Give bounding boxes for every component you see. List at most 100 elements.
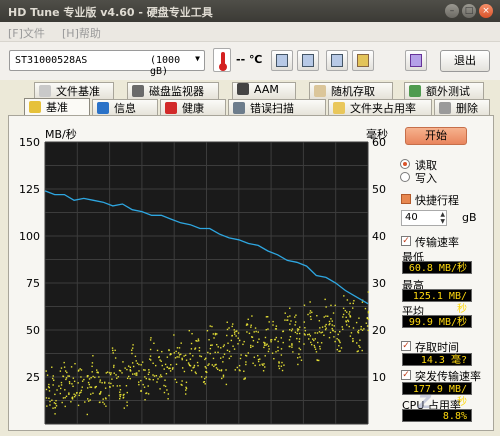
access-time-point bbox=[338, 344, 340, 347]
access-time-point bbox=[173, 352, 176, 354]
access-time-point bbox=[323, 316, 325, 318]
access-time-point bbox=[152, 374, 154, 376]
access-time-point bbox=[342, 313, 345, 316]
spin-arrows-icon[interactable]: ▲ ▼ bbox=[440, 211, 445, 225]
access-time-point bbox=[303, 343, 305, 345]
access-time-point bbox=[205, 376, 207, 378]
access-time-point bbox=[68, 375, 71, 377]
access-time-point bbox=[97, 372, 99, 374]
short-stroke-unit: gB bbox=[462, 211, 477, 224]
access-time-checkbox[interactable]: ✓ bbox=[401, 341, 411, 351]
access-time-point bbox=[300, 359, 303, 361]
transfer-rate-checkbox[interactable]: ✓ bbox=[401, 236, 411, 246]
access-time-point bbox=[86, 375, 89, 377]
access-time-point bbox=[125, 385, 128, 387]
access-time-point bbox=[148, 369, 150, 371]
access-time-point bbox=[147, 373, 150, 376]
access-time-point bbox=[51, 377, 54, 380]
access-time-point bbox=[349, 302, 351, 305]
access-time-point bbox=[333, 336, 335, 338]
access-time-point bbox=[175, 350, 177, 353]
access-time-point bbox=[94, 376, 96, 379]
access-time-point bbox=[160, 375, 163, 378]
access-time-point bbox=[135, 360, 137, 362]
access-time-point bbox=[74, 394, 77, 396]
access-time-point bbox=[325, 323, 327, 326]
access-time-point bbox=[86, 413, 89, 416]
access-time-point bbox=[346, 299, 349, 301]
access-time-point bbox=[159, 374, 162, 376]
short-stroke-input[interactable]: 40 ▲ ▼ bbox=[401, 210, 447, 226]
access-time-point bbox=[209, 347, 212, 350]
access-time-point bbox=[367, 310, 370, 313]
short-stroke-checkbox[interactable] bbox=[401, 194, 411, 204]
start-button[interactable]: 开始 bbox=[405, 127, 467, 145]
access-time-point bbox=[150, 337, 152, 339]
access-time-point bbox=[105, 405, 107, 407]
access-time-point bbox=[173, 334, 175, 336]
write-radio[interactable] bbox=[400, 172, 410, 182]
access-time-point bbox=[134, 373, 136, 375]
access-time-point bbox=[334, 340, 336, 343]
access-time-point bbox=[198, 350, 201, 352]
access-time-point bbox=[60, 387, 62, 390]
access-time-point bbox=[130, 349, 133, 351]
access-time-point bbox=[207, 351, 209, 354]
access-time-point bbox=[156, 349, 159, 352]
access-time-point bbox=[149, 339, 152, 341]
access-time-point bbox=[87, 381, 90, 384]
access-time-point bbox=[90, 376, 92, 379]
access-time-point bbox=[193, 364, 196, 367]
access-time-point bbox=[145, 392, 148, 394]
access-time-point bbox=[83, 378, 85, 381]
access-time-point bbox=[164, 385, 167, 388]
access-time-point bbox=[352, 340, 354, 342]
access-time-point bbox=[202, 381, 205, 383]
access-time-point bbox=[350, 332, 353, 334]
access-time-point bbox=[208, 363, 210, 365]
access-time-point bbox=[92, 392, 94, 394]
app-window: HD Tune 专业版 v4.60 - 硬盘专业工具 – □ × [F]文件 [… bbox=[0, 0, 500, 436]
access-time-point bbox=[129, 370, 132, 372]
access-time-point bbox=[328, 336, 331, 339]
access-time-point bbox=[52, 375, 54, 377]
access-time-point bbox=[250, 326, 252, 328]
access-time-point bbox=[104, 387, 107, 389]
access-time-point bbox=[228, 350, 231, 353]
access-time-point bbox=[108, 382, 110, 384]
access-time-point bbox=[367, 329, 369, 332]
access-time-point bbox=[195, 339, 197, 342]
access-time-point bbox=[237, 332, 240, 334]
access-time-point bbox=[321, 326, 324, 328]
access-time-point bbox=[250, 346, 252, 349]
access-time-point bbox=[159, 388, 161, 390]
access-time-point bbox=[140, 389, 142, 392]
access-time-point bbox=[251, 336, 254, 338]
read-radio[interactable] bbox=[400, 159, 410, 169]
access-time-point bbox=[336, 348, 339, 351]
access-time-point bbox=[73, 380, 76, 383]
access-time-point bbox=[207, 364, 209, 367]
access-time-point bbox=[153, 375, 156, 377]
access-time-point bbox=[367, 291, 369, 293]
access-time-point bbox=[364, 307, 367, 310]
access-time-point bbox=[272, 324, 274, 326]
access-time-point bbox=[99, 381, 101, 383]
access-time-point bbox=[282, 341, 284, 344]
access-time-point bbox=[149, 355, 152, 357]
access-time-point bbox=[138, 383, 140, 386]
access-time-point bbox=[117, 376, 120, 378]
access-time-point bbox=[218, 369, 221, 372]
access-time-point bbox=[297, 363, 299, 366]
access-time-point bbox=[287, 316, 289, 318]
access-time-point bbox=[45, 370, 47, 372]
access-time-point bbox=[289, 329, 291, 331]
access-time-point bbox=[89, 399, 91, 401]
access-time-point bbox=[148, 371, 150, 374]
access-time-point bbox=[283, 364, 285, 366]
burst-rate-checkbox[interactable]: ✓ bbox=[401, 370, 411, 380]
y-tick-left: 150 bbox=[19, 136, 40, 149]
access-time-point bbox=[292, 351, 294, 353]
access-time-point bbox=[337, 339, 340, 341]
access-time-point bbox=[191, 332, 193, 335]
